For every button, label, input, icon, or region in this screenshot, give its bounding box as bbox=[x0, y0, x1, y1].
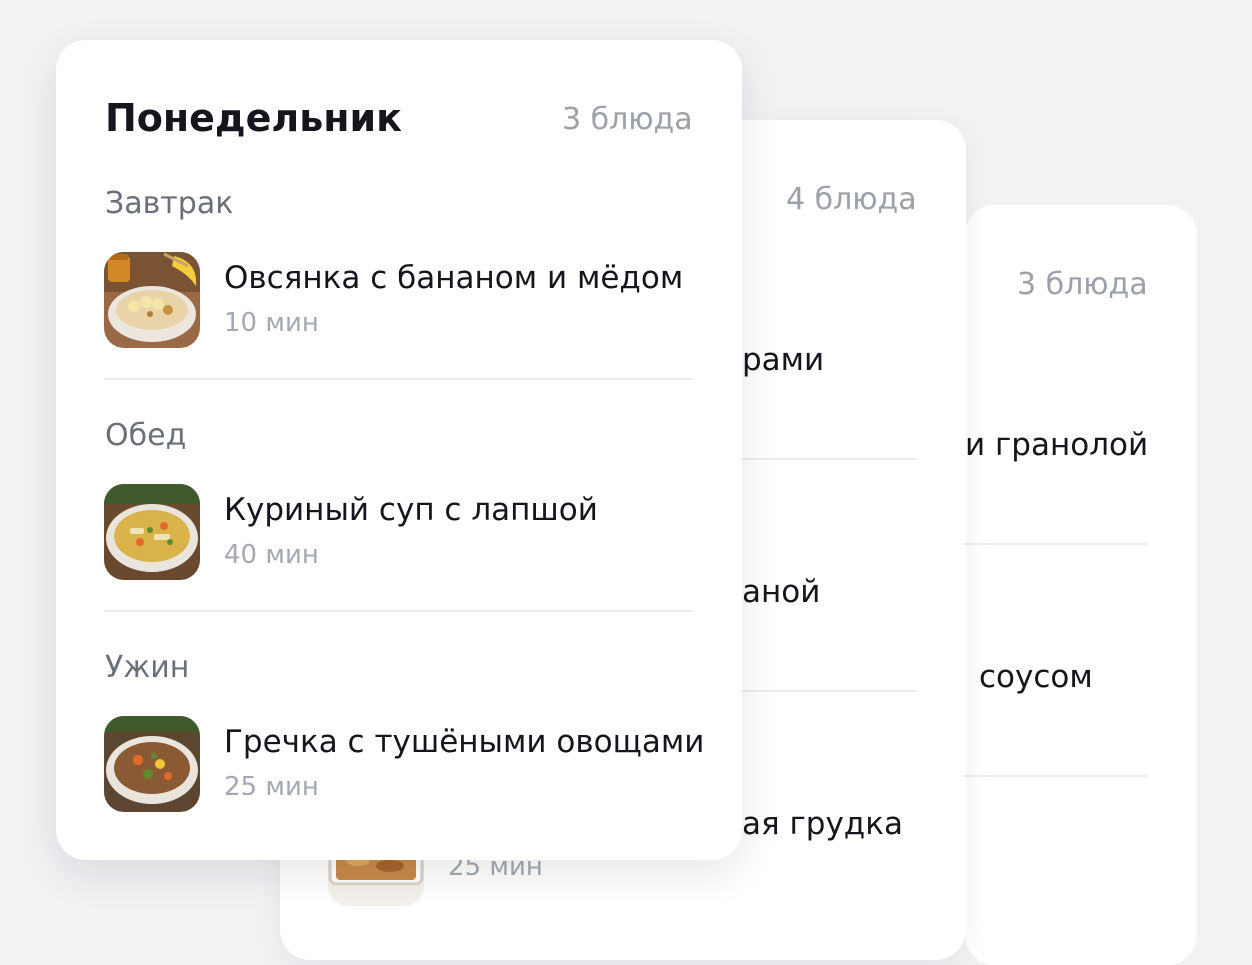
dish-count: 4 блюда bbox=[786, 182, 917, 217]
meal-label-lunch: Обед bbox=[105, 418, 187, 453]
dish-image[interactable] bbox=[104, 716, 200, 812]
divider bbox=[742, 458, 918, 460]
dish-name[interactable]: Гречка с тушёными овощами bbox=[224, 724, 704, 760]
divider bbox=[965, 775, 1148, 777]
day-title: Понедельник bbox=[105, 96, 402, 140]
dish-image[interactable] bbox=[104, 252, 200, 348]
dish-name-fragment: ая грудка bbox=[742, 806, 903, 842]
dish-time: 10 мин bbox=[224, 308, 319, 338]
meal-label-dinner: Ужин bbox=[105, 650, 190, 685]
dish-time: 25 мин bbox=[224, 772, 319, 802]
dish-name[interactable]: Куриный суп с лапшой bbox=[224, 492, 598, 528]
dish-name[interactable]: Овсянка с бананом и мёдом bbox=[224, 260, 683, 296]
divider bbox=[965, 543, 1148, 545]
dish-name-fragment: и гранолой bbox=[965, 427, 1149, 463]
dish-count: 3 блюда bbox=[1017, 267, 1148, 302]
dish-image[interactable] bbox=[104, 484, 200, 580]
dish-name-fragment: соусом bbox=[979, 659, 1093, 695]
divider bbox=[104, 610, 694, 612]
divider bbox=[104, 378, 694, 380]
divider bbox=[742, 690, 918, 692]
day-card-back[interactable]: 3 блюда и гранолой соусом bbox=[965, 205, 1197, 965]
meal-label-breakfast: Завтрак bbox=[105, 186, 234, 221]
dish-time: 40 мин bbox=[224, 540, 319, 570]
dish-name-fragment: аной bbox=[742, 574, 821, 610]
dish-name-fragment: рами bbox=[742, 342, 825, 378]
dish-count: 3 блюда bbox=[562, 102, 693, 137]
day-card-monday[interactable]: Понедельник 3 блюда Завтрак Овсянка с ба… bbox=[56, 40, 742, 860]
